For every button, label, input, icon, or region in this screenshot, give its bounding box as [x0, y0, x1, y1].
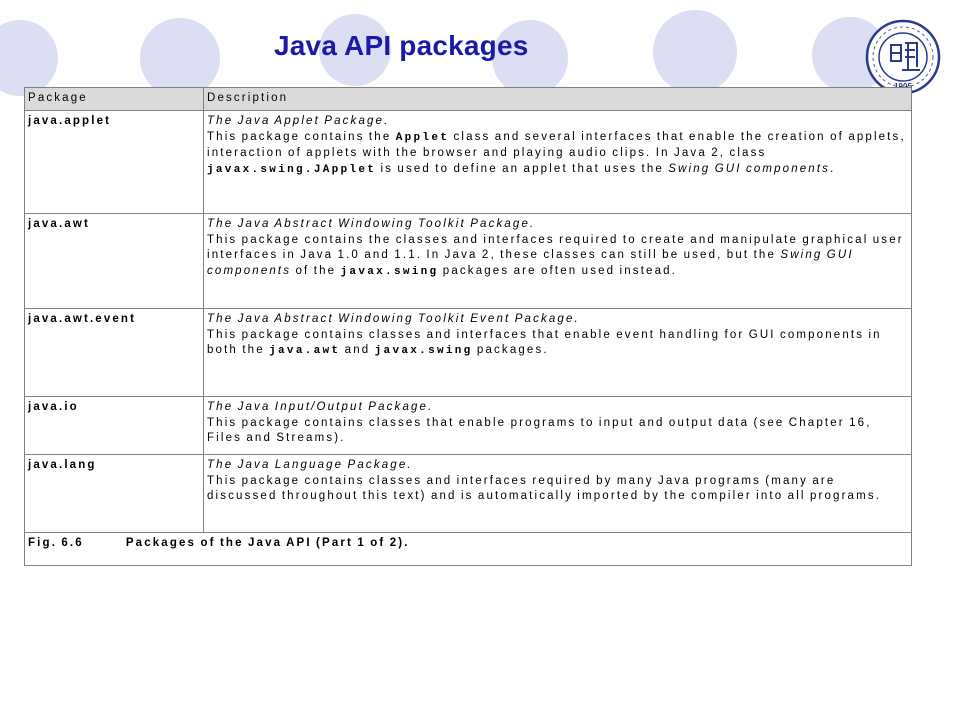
description-text: This package contains the [207, 130, 396, 143]
description-lead: The Java Applet Package. [207, 115, 390, 128]
table-row: java.io The Java Input/Output Package. Th… [24, 396, 912, 456]
description-text: . [830, 162, 836, 175]
figure-caption: Fig. 6.6 Packages of the Java API (Part 1… [24, 532, 912, 567]
package-description: The Java Applet Package. This package con… [203, 110, 912, 215]
table-row: java.awt.event The Java Abstract Windowi… [24, 308, 912, 398]
table-row: java.lang The Java Language Package. This… [24, 454, 912, 534]
caption-label: Fig. 6.6 [28, 537, 84, 550]
table-caption-row: Fig. 6.6 Packages of the Java API (Part 1… [24, 532, 912, 567]
description-text: packages. [472, 344, 549, 357]
description-lead: The Java Input/Output Package. [207, 401, 434, 414]
description-lead: The Java Language Package. [207, 459, 413, 472]
package-description: The Java Language Package. This package c… [203, 454, 912, 534]
package-description: The Java Abstract Windowing Toolkit Even… [203, 308, 912, 398]
code-text: java.awt [269, 345, 341, 358]
header-package: Package [24, 86, 204, 112]
package-name: java.lang [24, 454, 204, 534]
italic-text: Swing GUI components [668, 162, 831, 175]
table-header-row: Package Description [24, 86, 912, 112]
slide-title: Java API packages [274, 30, 529, 61]
description-text: and [340, 344, 375, 357]
description-text: packages are often used instead. [438, 264, 678, 277]
packages-table: Package Description java.applet The Java… [24, 86, 912, 567]
package-name: java.awt [24, 213, 204, 310]
package-description: The Java Input/Output Package. This packa… [203, 396, 912, 456]
package-description: The Java Abstract Windowing Toolkit Pack… [203, 213, 912, 310]
package-name: java.io [24, 396, 204, 456]
bubble [140, 18, 220, 98]
description-text: is used to define an applet that uses th… [376, 162, 669, 175]
description-lead: The Java Abstract Windowing Toolkit Even… [207, 313, 580, 326]
bubble [653, 10, 737, 94]
code-text: javax.swing.JApplet [207, 163, 377, 176]
description-text: of the [291, 264, 341, 277]
university-logo: 1905 [865, 19, 941, 95]
bubble [0, 20, 58, 96]
table-row: java.applet The Java Applet Package. This… [24, 110, 912, 215]
description-text: This package contains classes and interf… [207, 474, 882, 503]
code-text: Applet [395, 131, 450, 144]
code-text: javax.swing [374, 345, 473, 358]
package-name: java.applet [24, 110, 204, 215]
header-description: Description [203, 86, 912, 112]
package-name: java.awt.event [24, 308, 204, 398]
code-text: javax.swing [340, 265, 439, 278]
description-lead: The Java Abstract Windowing Toolkit Pack… [207, 218, 536, 231]
table-row: java.awt The Java Abstract Windowing Too… [24, 213, 912, 310]
caption-text: Packages of the Java API (Part 1 of 2). [125, 537, 410, 550]
description-text: This package contains classes that enabl… [207, 416, 872, 445]
